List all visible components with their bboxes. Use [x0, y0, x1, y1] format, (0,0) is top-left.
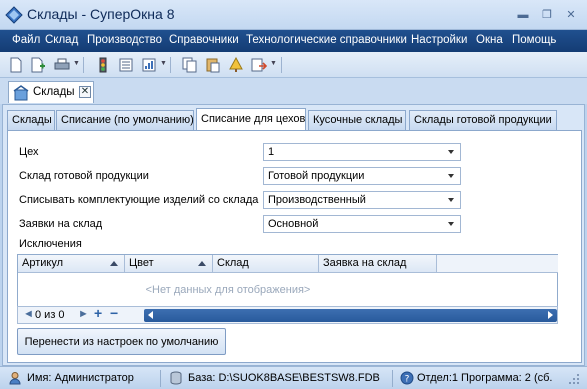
menu-file[interactable]: Файл: [12, 34, 40, 46]
column-header-label: Склад: [217, 257, 249, 269]
status-department: Отдел:1 Программа: 2 (сб.: [417, 372, 553, 384]
warehouse-requests-value: Основной: [268, 218, 319, 230]
database-icon: [170, 371, 182, 385]
scroll-left-icon[interactable]: [148, 311, 153, 319]
tab-warehouses[interactable]: Склады: [7, 110, 55, 130]
column-header-color[interactable]: Цвет: [125, 255, 213, 273]
prev-record-icon[interactable]: ◄: [23, 308, 34, 320]
copy-icon[interactable]: [182, 57, 198, 73]
warehouse-icon: [13, 85, 29, 101]
maximize-icon[interactable]: ❐: [540, 8, 554, 22]
status-user: Имя: Администратор: [27, 372, 134, 384]
resize-grip-icon[interactable]: [568, 373, 580, 385]
writeoff-components-value: Производственный: [268, 194, 366, 206]
column-header-article[interactable]: Артикул: [18, 255, 125, 273]
new-document-icon[interactable]: [8, 57, 24, 73]
column-header-warehouse-request[interactable]: Заявка на склад: [319, 255, 437, 273]
toolbar-separator: [281, 57, 282, 73]
tree-icon[interactable]: [228, 57, 244, 73]
print-icon[interactable]: [54, 57, 70, 73]
next-record-icon[interactable]: ►: [78, 308, 89, 320]
column-header-warehouse[interactable]: Склад: [213, 255, 319, 273]
close-icon[interactable]: ✕: [564, 8, 578, 22]
report-icon[interactable]: [141, 57, 157, 73]
menu-help[interactable]: Помощь: [512, 34, 556, 46]
remove-record-icon[interactable]: −: [110, 305, 118, 321]
workshop-select[interactable]: 1: [263, 143, 461, 161]
chevron-down-icon[interactable]: [448, 150, 454, 154]
tab-piece-warehouses[interactable]: Кусочные склады: [308, 110, 406, 130]
add-document-icon[interactable]: [30, 57, 46, 73]
chevron-down-icon[interactable]: [448, 174, 454, 178]
status-database: База: D:\SUOK8BASE\BESTSW8.FDB: [188, 372, 380, 384]
tab-default-writeoff[interactable]: Списание (по умолчанию): [56, 110, 194, 130]
doc-tab-warehouses[interactable]: Склады ✕: [8, 81, 94, 103]
column-header-label: Цвет: [129, 257, 154, 269]
warehouse-requests-select[interactable]: Основной: [263, 215, 461, 233]
menu-warehouse[interactable]: Склад: [45, 34, 78, 46]
menu-tech-directories[interactable]: Технологические справочники: [246, 34, 407, 46]
user-icon: [9, 372, 21, 385]
workshop-label: Цех: [19, 146, 39, 158]
column-header-filler: [437, 255, 558, 273]
menu-windows[interactable]: Окна: [476, 34, 503, 46]
sort-ascending-icon: [198, 261, 206, 266]
horizontal-scrollbar[interactable]: [144, 309, 557, 322]
traffic-light-icon[interactable]: [95, 57, 111, 73]
scroll-right-icon[interactable]: [548, 311, 553, 319]
app-logo-icon: [5, 6, 23, 24]
menu-production[interactable]: Производство: [87, 34, 162, 46]
status-separator: [160, 370, 161, 387]
tab-finished-goods-warehouses[interactable]: Склады готовой продукции: [409, 110, 557, 130]
transfer-from-defaults-button[interactable]: Перенести из настроек по умолчанию: [17, 328, 226, 355]
toolbar-separator: [83, 57, 84, 73]
chevron-down-icon[interactable]: [448, 198, 454, 202]
writeoff-components-label: Списывать комплектующие изделий со склад…: [19, 194, 259, 206]
page-tab-strip: Склады Списание (по умолчанию) Списание …: [7, 108, 582, 131]
export-icon[interactable]: [251, 57, 267, 73]
export-dropdown-icon[interactable]: ▼: [270, 60, 277, 67]
doc-tab-label: Склады: [33, 86, 75, 98]
warehouse-requests-label: Заявки на склад: [19, 218, 103, 230]
menu-directories[interactable]: Справочники: [169, 34, 239, 46]
sort-ascending-icon: [110, 261, 118, 266]
exceptions-label: Исключения: [19, 238, 82, 250]
help-icon: ?: [400, 371, 414, 385]
close-tab-icon[interactable]: ✕: [79, 86, 91, 98]
minimize-icon[interactable]: ▬: [516, 8, 530, 22]
report-dropdown-icon[interactable]: ▼: [160, 60, 167, 67]
tab-writeoff-workshops[interactable]: Списание для цехов: [196, 108, 306, 131]
finished-goods-warehouse-value: Готовой продукции: [268, 170, 365, 182]
title-bar: Склады - СуперОкна 8 ▬ ❐ ✕: [0, 0, 587, 30]
workshop-value: 1: [268, 146, 275, 158]
status-bar: Имя: Администратор База: D:\SUOK8BASE\BE…: [0, 366, 587, 389]
toolbar-separator: [170, 57, 171, 73]
column-header-label: Заявка на склад: [323, 257, 407, 269]
writeoff-components-select[interactable]: Производственный: [263, 191, 461, 209]
column-header-label: Артикул: [22, 257, 64, 269]
menu-bar: Файл Склад Производство Справочники Техн…: [0, 30, 587, 52]
menu-settings[interactable]: Настройки: [411, 34, 467, 46]
main-content: Склады Списание (по умолчанию) Списание …: [2, 104, 585, 366]
list-icon[interactable]: [118, 57, 134, 73]
empty-grid-message: <Нет данных для отображения>: [145, 284, 311, 296]
record-counter: 0 из 0: [35, 309, 65, 321]
writeoff-workshops-panel: Цех 1 Склад готовой продукции Готовой пр…: [7, 130, 582, 363]
add-record-icon[interactable]: +: [94, 305, 102, 321]
grid-navigator: ◄ 0 из 0 ► + −: [17, 305, 558, 324]
finished-goods-warehouse-select[interactable]: Готовой продукции: [263, 167, 461, 185]
toolbar: ▼ ▼ ▼: [0, 52, 587, 78]
chevron-down-icon[interactable]: [448, 222, 454, 226]
document-tab-strip: Склады ✕: [0, 78, 587, 104]
status-separator: [392, 370, 393, 387]
finished-goods-warehouse-label: Склад готовой продукции: [19, 170, 149, 182]
svg-text:?: ?: [405, 375, 410, 385]
print-dropdown-icon[interactable]: ▼: [73, 60, 80, 67]
window-title: Склады - СуперОкна 8: [27, 6, 175, 22]
paste-icon[interactable]: [205, 57, 221, 73]
